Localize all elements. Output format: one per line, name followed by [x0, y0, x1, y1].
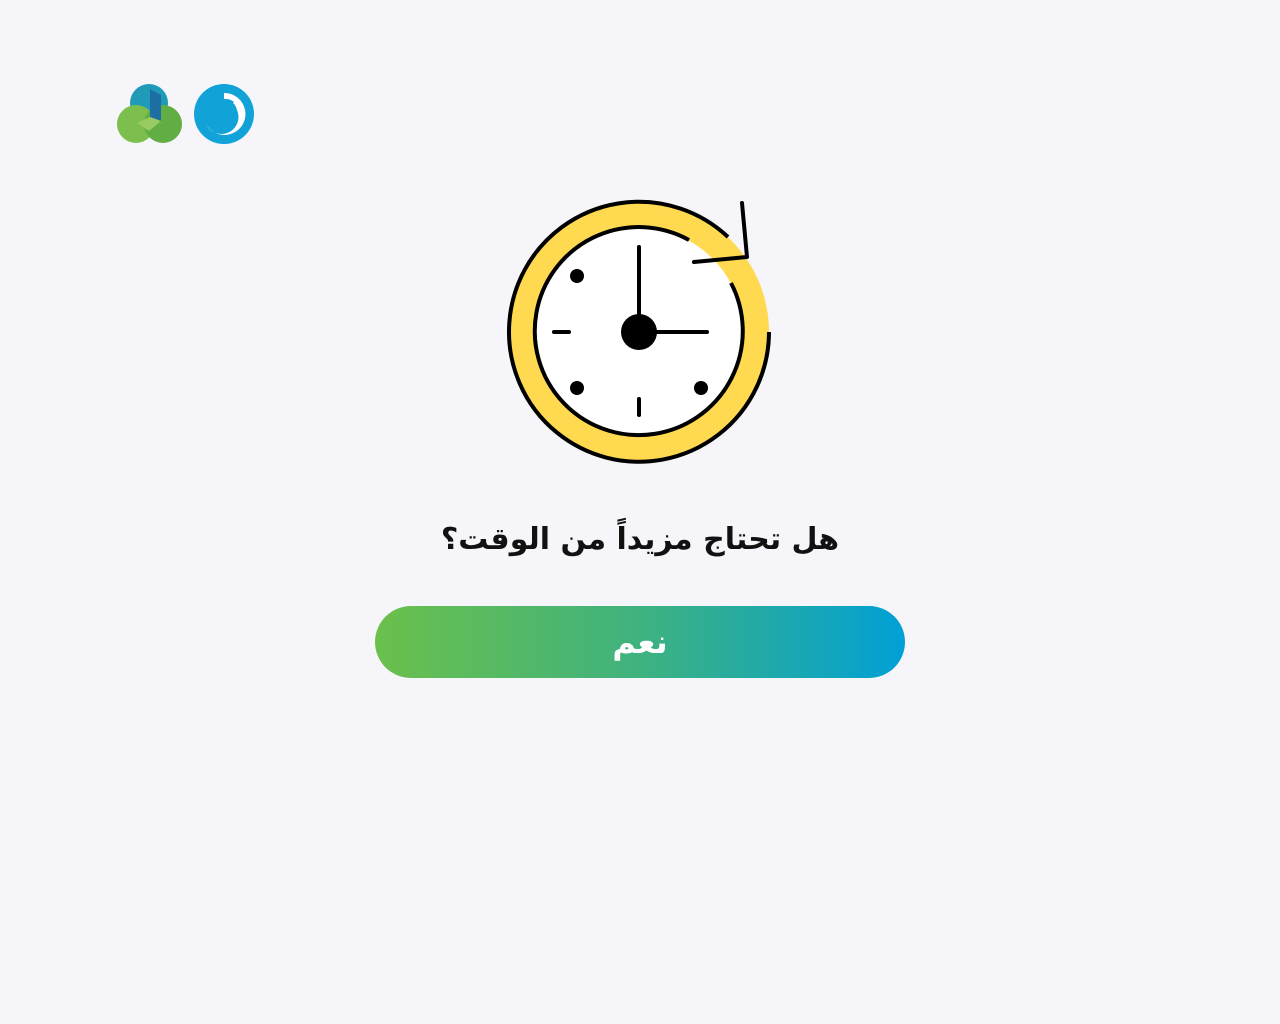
page: هل تحتاج مزيداً من الوقت؟ نعم [0, 0, 1280, 1024]
blue-swirl-logo-icon [194, 84, 254, 144]
clock-refresh-icon [507, 199, 771, 464]
session-timeout-question: هل تحتاج مزيداً من الوقت؟ [440, 522, 840, 557]
yes-button-label: نعم [612, 623, 668, 661]
clock-illustration [500, 195, 780, 470]
yes-button[interactable]: نعم [375, 606, 905, 678]
header-logos [117, 83, 255, 145]
three-leaf-logo-icon [117, 84, 182, 143]
